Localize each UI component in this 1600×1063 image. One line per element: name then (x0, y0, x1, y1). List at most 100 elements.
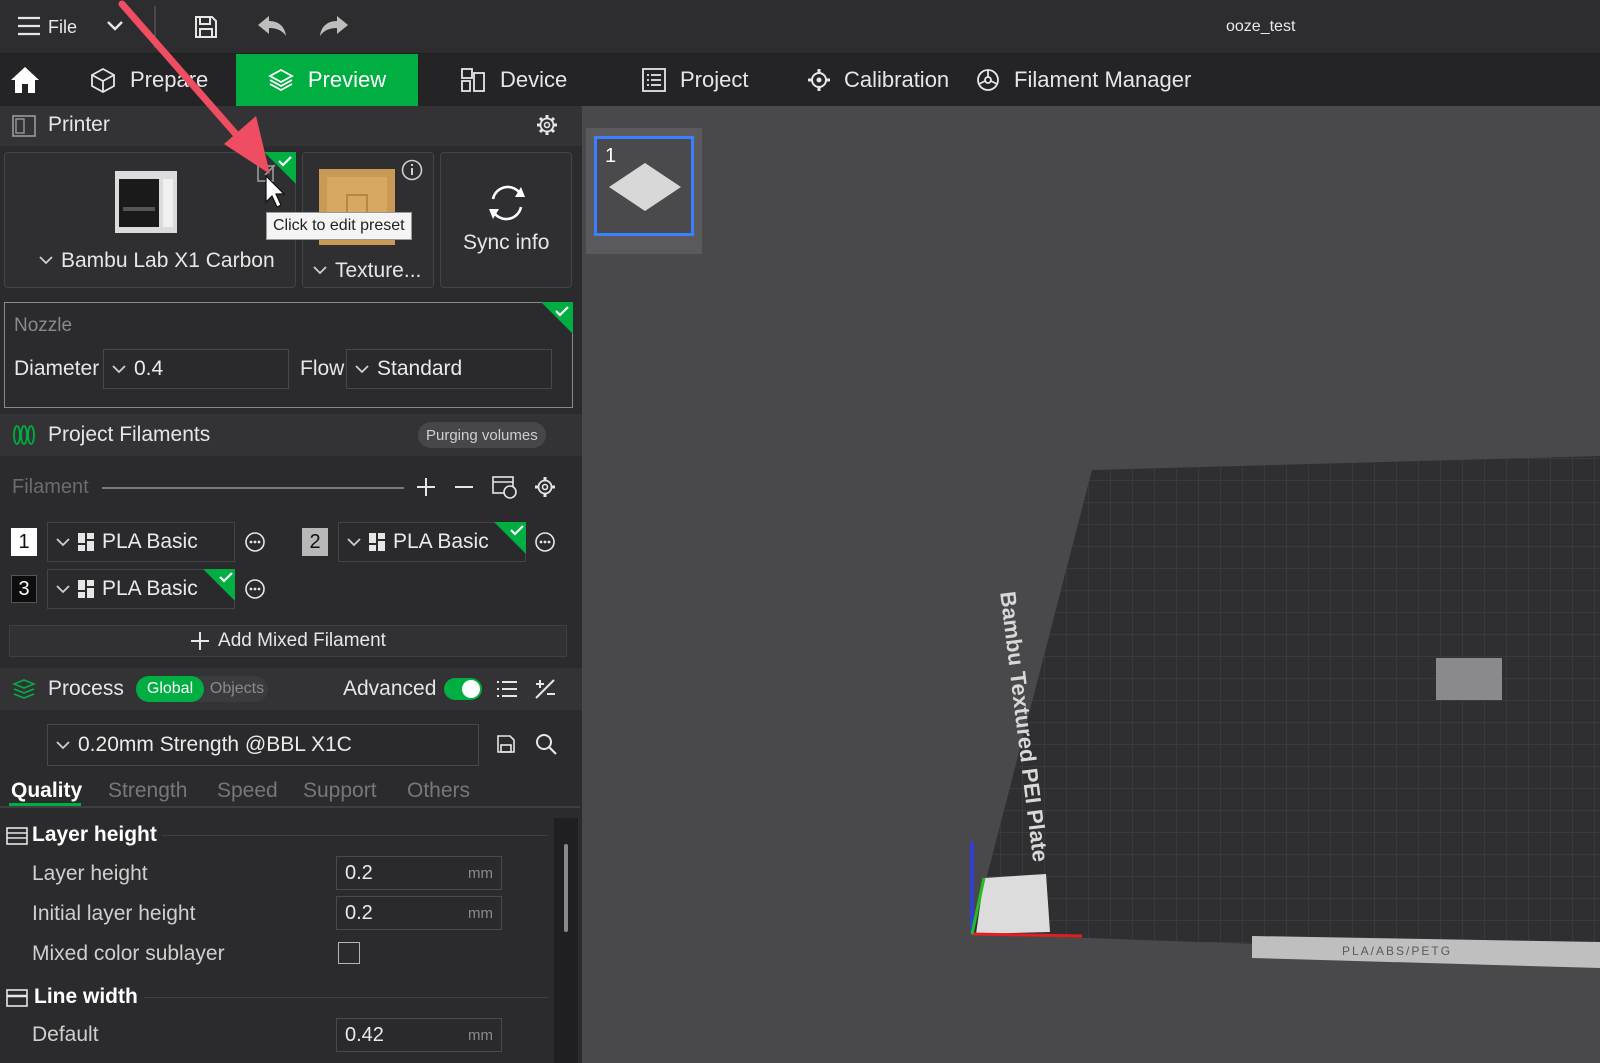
filaments-icon (13, 425, 35, 445)
global-option[interactable]: Global (136, 676, 204, 702)
add-mixed-filament-button[interactable]: Add Mixed Filament (9, 625, 567, 657)
calibration-gear-icon (808, 69, 830, 91)
tab-calibration[interactable]: Calibration (808, 54, 958, 106)
build-plate[interactable] (582, 106, 1600, 1063)
settings-scrollbar-thumb[interactable] (564, 844, 568, 932)
search-icon[interactable] (535, 733, 557, 755)
plus-icon (191, 632, 210, 650)
mixed-color-sublayer-checkbox[interactable] (338, 942, 360, 964)
undo-icon[interactable] (256, 13, 288, 39)
process-title: Process (48, 677, 124, 700)
purging-volumes-button[interactable]: Purging volumes (418, 422, 546, 448)
settings-scroll-track[interactable] (554, 818, 578, 1063)
filament-1-name: PLA Basic (102, 530, 198, 553)
list-view-icon[interactable] (496, 679, 518, 699)
info-icon[interactable] (401, 159, 423, 181)
layer-height-label: Layer height (32, 862, 148, 885)
project-title: ooze_test (1226, 18, 1296, 35)
initial-layer-height-label: Initial layer height (32, 902, 196, 925)
save-icon[interactable] (193, 14, 219, 40)
device-icon (461, 68, 485, 92)
tab-strength[interactable]: Strength (108, 779, 187, 803)
printer-chevron-down-icon (39, 256, 53, 265)
filament-sync-ams-icon[interactable] (492, 475, 518, 499)
default-line-width-label: Default (32, 1023, 99, 1046)
printer-thumbnail (115, 171, 177, 233)
layer-height-input[interactable]: 0.2 mm (336, 856, 502, 890)
divider (144, 997, 548, 998)
filament-settings-gear-icon[interactable] (534, 476, 556, 498)
tab-filament-manager[interactable]: Filament Manager (976, 54, 1196, 106)
divider (102, 487, 404, 489)
3d-viewport[interactable]: 1 Bambu Textured PEI Plate PLA/ABS/PETG (582, 106, 1600, 1063)
filament-2-more-icon[interactable] (535, 532, 555, 552)
check-icon (555, 306, 569, 317)
sync-info-button[interactable]: Sync info (440, 152, 572, 288)
edit-preset-icon[interactable] (257, 163, 277, 183)
filament-3-name: PLA Basic (102, 577, 198, 600)
initial-layer-height-value: 0.2 (345, 901, 373, 924)
diameter-value: 0.4 (134, 357, 164, 380)
process-preset-select[interactable]: 0.20mm Strength @BBL X1C (47, 724, 479, 766)
flow-label: Flow (300, 357, 345, 380)
tab-device[interactable]: Device (460, 54, 600, 106)
mixed-color-sublayer-label: Mixed color sublayer (32, 942, 225, 965)
filament-1-more-icon[interactable] (245, 532, 265, 552)
divider (0, 806, 580, 808)
line-width-group-icon (6, 989, 28, 1007)
layers-icon (267, 68, 294, 92)
tab-others[interactable]: Others (407, 779, 470, 803)
redo-icon[interactable] (318, 13, 350, 39)
filament-1-select[interactable]: PLA Basic (47, 522, 235, 562)
chevron-down-icon (56, 741, 70, 750)
tab-support[interactable]: Support (303, 779, 377, 803)
remove-filament-minus-icon[interactable] (454, 477, 474, 497)
bed-strip-label: PLA/ABS/PETG (1342, 944, 1453, 958)
file-menu[interactable]: File (48, 17, 77, 38)
save-preset-icon[interactable] (496, 734, 516, 754)
divider (162, 835, 548, 836)
hamburger-menu-icon[interactable] (18, 16, 40, 36)
filament-3-color-swatch[interactable]: 3 (11, 575, 37, 603)
home-icon[interactable] (10, 65, 40, 95)
file-dropdown-chevron-icon[interactable] (106, 20, 124, 32)
tab-prepare-label: Prepare (130, 67, 209, 92)
add-mixed-filament-label: Add Mixed Filament (218, 630, 386, 651)
printer-section-header: Printer (0, 106, 582, 146)
tab-prepare[interactable]: Prepare (90, 54, 236, 106)
chevron-down-icon (56, 585, 70, 594)
project-list-icon (642, 68, 666, 92)
tab-calibration-label: Calibration (844, 67, 950, 92)
printer-settings-gear-icon[interactable] (536, 114, 558, 136)
printer-section-title: Printer (48, 113, 110, 136)
layer-height-unit: mm (468, 864, 493, 882)
tab-speed[interactable]: Speed (217, 779, 278, 803)
toggle-knob (462, 680, 480, 698)
filament-3-more-icon[interactable] (245, 579, 265, 599)
plate-chevron-down-icon (313, 266, 327, 275)
diameter-select[interactable]: 0.4 (103, 349, 289, 389)
tab-preview[interactable]: Preview (236, 54, 418, 106)
add-filament-plus-icon[interactable] (416, 477, 436, 497)
filament-1-color-swatch[interactable]: 1 (11, 528, 37, 556)
filament-2-color-swatch[interactable]: 2 (302, 528, 328, 556)
diameter-label: Diameter (14, 357, 100, 380)
flow-value: Standard (377, 357, 463, 380)
process-preset-name: 0.20mm Strength @BBL X1C (78, 733, 352, 756)
initial-layer-height-input[interactable]: 0.2 mm (336, 896, 502, 930)
project-filaments-header: Project Filaments Purging volumes (0, 414, 582, 456)
compare-presets-icon[interactable] (534, 678, 556, 700)
printer-preset-card[interactable]: Bambu Lab X1 Carbon (4, 152, 296, 288)
objects-option[interactable]: Objects (206, 676, 268, 702)
bambu-filament-icon (78, 580, 94, 598)
flow-select[interactable]: Standard (346, 349, 552, 389)
advanced-toggle-switch[interactable] (444, 678, 482, 700)
cube-icon (91, 67, 115, 93)
tab-project[interactable]: Project (642, 54, 782, 106)
layer-height-value: 0.2 (345, 861, 373, 884)
advanced-label: Advanced (343, 677, 437, 700)
global-objects-toggle[interactable]: Global Objects (136, 676, 268, 702)
tab-quality[interactable]: Quality (11, 779, 82, 803)
process-layers-icon (12, 679, 36, 699)
default-line-width-input[interactable]: 0.42 mm (336, 1018, 502, 1052)
